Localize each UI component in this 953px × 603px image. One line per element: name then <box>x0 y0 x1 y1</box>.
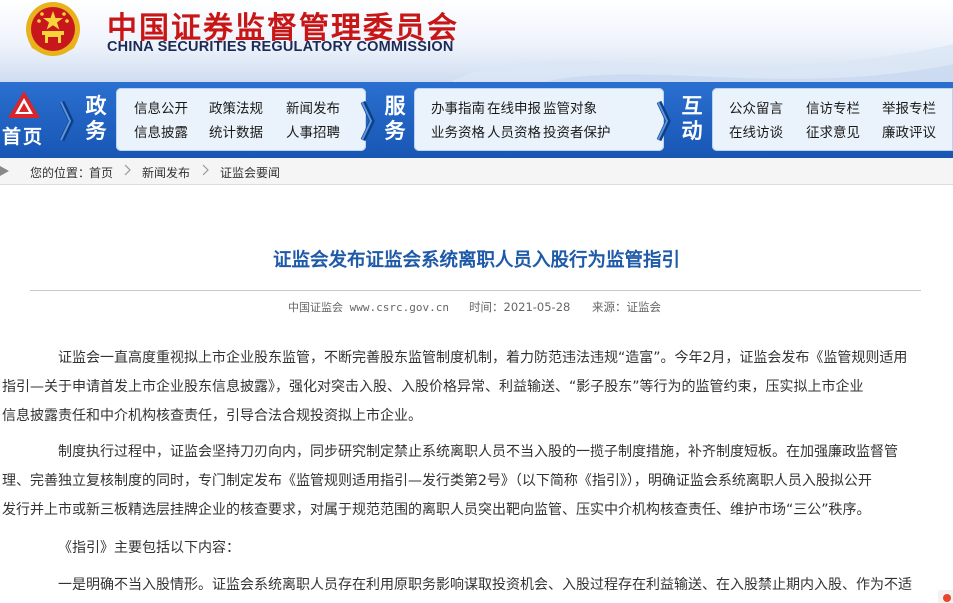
chevron-right-icon <box>360 100 375 142</box>
paragraph-line: 理、完善独立复核制度的同时，专门制定发布《监管规则适用指引—发行类第2号》（以下… <box>2 473 872 489</box>
article-title: 证监会发布证监会系统离职人员入股行为监管指引 <box>272 250 680 271</box>
nav-link-report[interactable]: 举报专栏 <box>882 97 936 117</box>
float-widget-icon[interactable] <box>938 590 953 603</box>
article-paragraph-1: 证监会一直高度重视拟上市企业股东监管，不断完善股东监管制度机制，着力防范违法违规… <box>2 344 921 431</box>
site-header: 中国证券监督管理委员会 CHINA SECURITIES REGULATORY … <box>0 0 953 82</box>
nav-link-recruitment[interactable]: 人事招聘 <box>286 121 340 141</box>
header-wave-decoration <box>453 44 953 82</box>
nav-link-integrity-review[interactable]: 廉政评议 <box>882 121 936 141</box>
breadcrumb-current[interactable]: 证监会要闻 <box>220 164 280 181</box>
nav-link-petition[interactable]: 信访专栏 <box>806 97 860 117</box>
paragraph-line: 证监会一直高度重视拟上市企业股东监管，不断完善股东监管制度机制，着力防范违法违规… <box>58 350 908 366</box>
nav-link-info-disclosure-public[interactable]: 信息公开 <box>134 97 188 117</box>
chevron-right-icon <box>59 100 74 142</box>
main-nav: 首页 政 务 信息公开 政策法规 新闻发布 信息披露 统计数据 人事招聘 服 务… <box>0 82 953 158</box>
breadcrumb-home[interactable]: 首页 <box>89 164 113 181</box>
home-link[interactable]: 首页 <box>0 82 62 158</box>
paragraph-line: 一是明确不当入股情形。证监会系统离职人员存在利用原职务影响谋取投资机会、入股过程… <box>58 577 912 593</box>
nav-link-guide[interactable]: 办事指南 <box>431 97 485 117</box>
house-icon <box>0 166 9 176</box>
nav-link-statistics[interactable]: 统计数据 <box>209 121 263 141</box>
article-source-site: 中国证监会 www.csrc.gov.cn <box>288 301 449 314</box>
breadcrumb-prefix: 您的位置： <box>30 166 91 180</box>
article-paragraph-3: 《指引》主要包括以下内容： <box>30 534 921 563</box>
section-label-interaction-bottom: 动 <box>681 119 703 143</box>
section-label-gov-bottom: 务 <box>85 119 107 143</box>
chevron-right-icon <box>202 164 209 176</box>
national-emblem-icon[interactable] <box>22 0 84 62</box>
interaction-links-panel: 公众留言 信访专栏 举报专栏 在线访谈 征求意见 廉政评议 <box>712 88 953 151</box>
site-title-en: CHINA SECURITIES REGULATORY COMMISSION <box>107 39 454 55</box>
section-label-service-bottom: 务 <box>384 119 406 143</box>
section-label-service-top: 服 <box>384 94 406 118</box>
nav-link-solicit-opinions[interactable]: 征求意见 <box>806 121 860 141</box>
csrc-logo-icon <box>8 91 40 118</box>
section-label-service: 服 务 <box>383 94 407 144</box>
service-links-panel: 办事指南 在线申报 监管对象 业务资格 人员资格 投资者保护 <box>414 88 664 151</box>
paragraph-line: 制度执行过程中，证监会坚持刀刃向内，同步研究制定禁止系统离职人员不当入股的一揽子… <box>58 444 898 460</box>
paragraph-line: 信息披露责任和中介机构核查责任，引导合法合规投资拟上市企业。 <box>2 408 422 424</box>
article-paragraph-2: 制度执行过程中，证监会坚持刀刃向内，同步研究制定禁止系统离职人员不当入股的一揽子… <box>2 438 921 525</box>
article-time: 时间：2021-05-28 <box>469 300 571 314</box>
breadcrumb: 您的位置： 首页 新闻发布 证监会要闻 <box>0 158 953 185</box>
nav-link-online-filing[interactable]: 在线申报 <box>487 97 541 117</box>
paragraph-line: 发行并上市或新三板精选层挂牌企业的核查要求，对属于规范范围的离职人员突出靶向监管… <box>2 502 871 518</box>
title-divider <box>30 290 921 291</box>
chevron-right-icon <box>656 100 671 142</box>
nav-link-news[interactable]: 新闻发布 <box>286 97 340 117</box>
chevron-right-icon <box>124 164 131 176</box>
nav-link-business-qualification[interactable]: 业务资格 <box>431 121 485 141</box>
section-label-interaction-top: 互 <box>681 94 703 118</box>
article-paragraph-4: 一是明确不当入股情形。证监会系统离职人员存在利用原职务影响谋取投资机会、入股过程… <box>30 571 921 600</box>
article-origin: 来源：证监会 <box>592 300 661 314</box>
section-label-gov: 政 务 <box>84 94 108 144</box>
nav-link-public-messages[interactable]: 公众留言 <box>729 97 783 117</box>
nav-link-personnel-qualification[interactable]: 人员资格 <box>487 121 541 141</box>
paragraph-line: 《指引》主要包括以下内容： <box>58 540 240 556</box>
gov-links-panel: 信息公开 政策法规 新闻发布 信息披露 统计数据 人事招聘 <box>116 88 366 151</box>
breadcrumb-news[interactable]: 新闻发布 <box>142 164 190 181</box>
paragraph-line: 指引—关于申请首发上市企业股东信息披露》，强化对突击入股、入股价格异常、利益输送… <box>2 379 864 395</box>
section-label-gov-top: 政 <box>85 94 107 118</box>
nav-link-investor-protection[interactable]: 投资者保护 <box>543 121 611 141</box>
section-label-interaction: 互 动 <box>680 94 704 144</box>
nav-link-online-interview[interactable]: 在线访谈 <box>729 121 783 141</box>
home-label: 首页 <box>2 126 45 148</box>
nav-link-regulated-entities[interactable]: 监管对象 <box>543 97 597 117</box>
nav-link-policies[interactable]: 政策法规 <box>209 97 263 117</box>
nav-link-info-disclosure[interactable]: 信息披露 <box>134 121 188 141</box>
